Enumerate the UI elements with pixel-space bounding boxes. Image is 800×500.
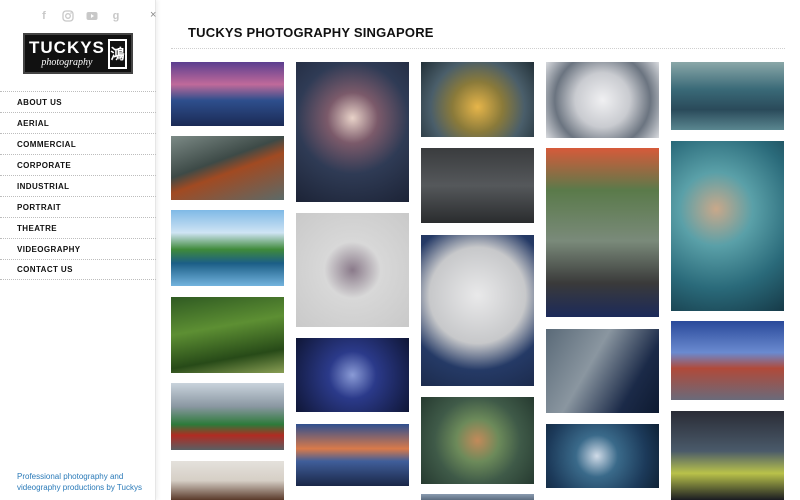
gallery-photo-city-skyline-dusk[interactable] (171, 62, 284, 126)
main-nav: ABOUT US AERIAL COMMERCIAL CORPORATE IND… (0, 91, 156, 280)
youtube-icon[interactable] (86, 10, 98, 22)
gallery-photo-corporate-group[interactable] (421, 148, 534, 223)
nav-item-corporate[interactable]: CORPORATE (0, 154, 156, 175)
sidebar: f g × TUCKYS photography 鴻 ABOUT US AERI… (0, 0, 156, 500)
nav-item-aerial[interactable]: AERIAL (0, 112, 156, 133)
nav-item-about-us[interactable]: ABOUT US (0, 91, 156, 112)
googleplus-icon[interactable]: g (110, 10, 122, 22)
nav-item-portrait[interactable]: PORTRAIT (0, 196, 156, 217)
page-title: TUCKYS PHOTOGRAPHY SINGAPORE (188, 25, 434, 40)
gallery-photo-futuristic-dome[interactable] (421, 62, 534, 137)
logo[interactable]: TUCKYS photography 鴻 (23, 33, 133, 74)
gallery-photo-underwater-dancer[interactable] (421, 397, 534, 484)
gallery-photo-woman-sky-dusk[interactable] (671, 321, 784, 400)
tagline: Professional photography and videography… (17, 472, 142, 492)
gallery-photo-speedboat[interactable] (671, 62, 784, 130)
gallery-photo-ship-in-drydock[interactable] (171, 383, 284, 450)
logo-subtext: photography (41, 57, 93, 68)
gallery-photo-underwater-woman[interactable] (671, 141, 784, 311)
divider (171, 48, 785, 49)
nav-item-theatre[interactable]: THEATRE (0, 217, 156, 238)
gallery-photo-marina-bay-dusk[interactable] (296, 424, 409, 486)
gallery-photo-workers-night[interactable] (671, 411, 784, 500)
nav-item-videography[interactable]: VIDEOGRAPHY (0, 238, 156, 259)
gallery-photo-jet-engine[interactable] (546, 62, 659, 138)
nav-item-commercial[interactable]: COMMERCIAL (0, 133, 156, 154)
gallery-photo-theatre-stage-blue[interactable] (296, 338, 409, 412)
gallery-photo-woman-portrait-partial[interactable] (171, 461, 284, 500)
gallery-photo-bottom-partial-1[interactable] (421, 494, 534, 500)
nav-item-industrial[interactable]: INDUSTRIAL (0, 175, 156, 196)
gallery-photo-aerial-swirl[interactable] (546, 424, 659, 488)
logo-wordmark: TUCKYS (29, 38, 105, 57)
logo-seal: 鴻 (107, 38, 127, 69)
gallery-photo-technician-lab[interactable] (546, 329, 659, 413)
gallery-photo-dancers-group[interactable] (296, 62, 409, 202)
gallery-photo-condo-reflection[interactable] (171, 210, 284, 286)
gallery-photo-fitness-outdoor[interactable] (546, 148, 659, 317)
gallery-photo-aerial-construction-site[interactable] (171, 136, 284, 200)
gallery-photo-forest-path[interactable] (171, 297, 284, 373)
social-links: f g (38, 10, 122, 22)
gallery-photo-businessman-portrait[interactable] (421, 235, 534, 386)
instagram-icon[interactable] (62, 10, 74, 22)
close-icon[interactable]: × (150, 9, 156, 21)
gallery-photo-theatre-cast-white[interactable] (296, 213, 409, 327)
nav-item-contact-us[interactable]: CONTACT US (0, 259, 156, 280)
facebook-icon[interactable]: f (38, 10, 50, 22)
